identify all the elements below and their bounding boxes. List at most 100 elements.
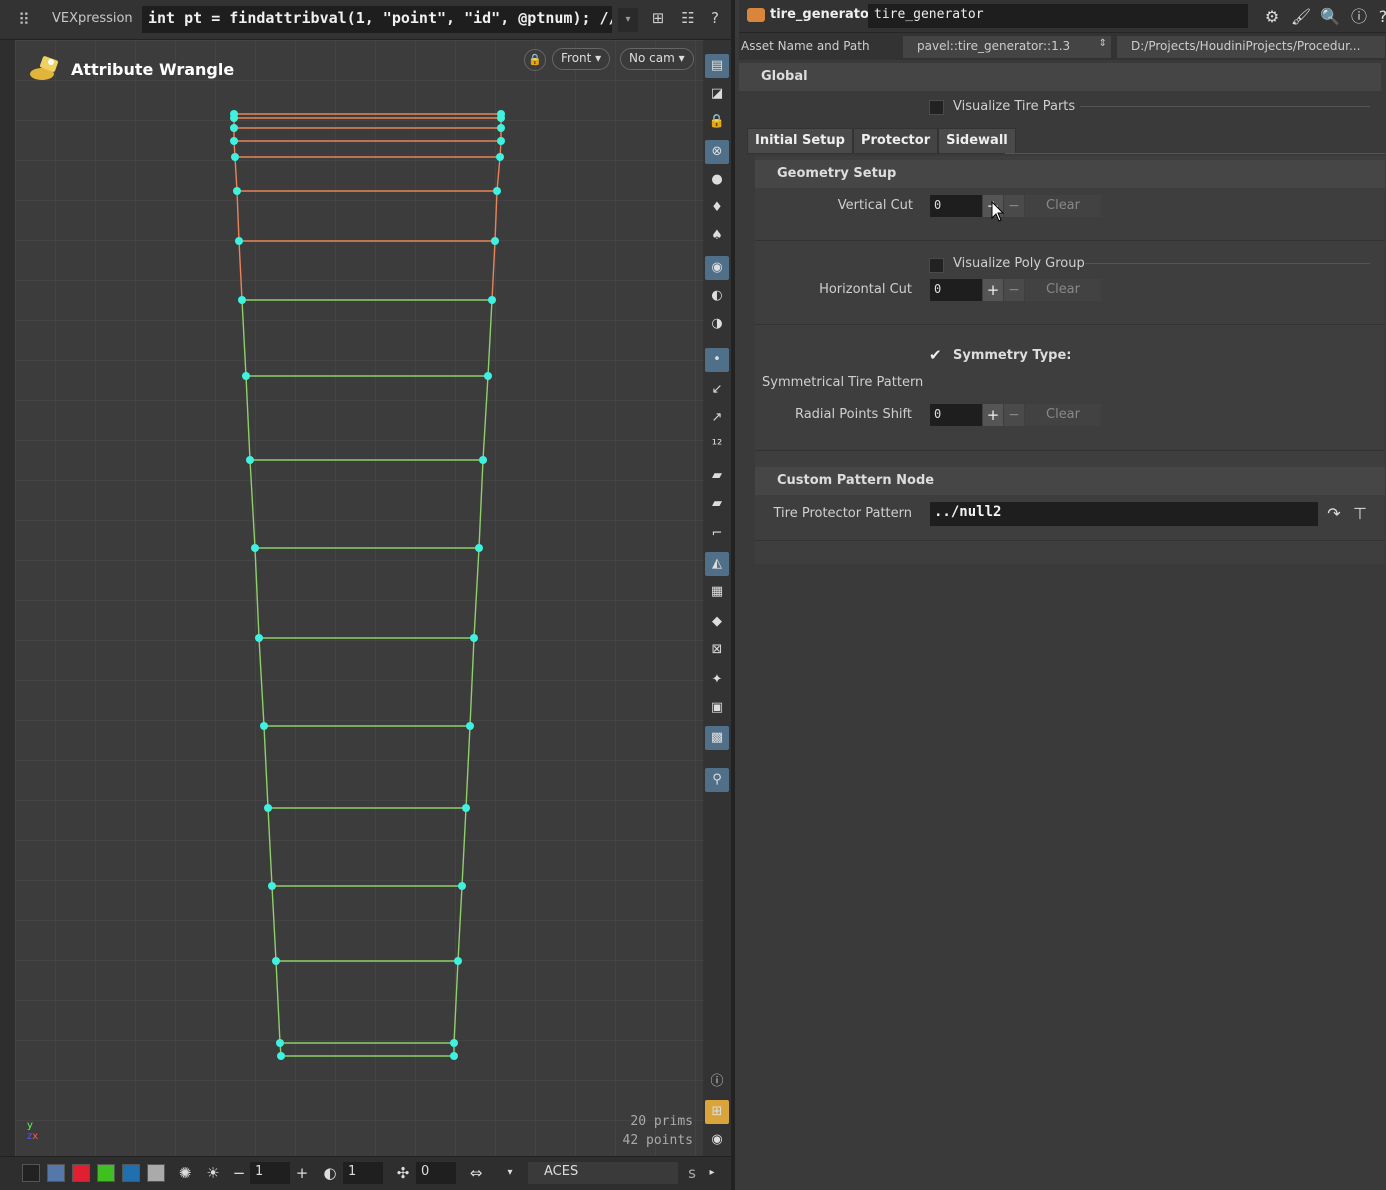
gamma-field[interactable]: 1	[343, 1162, 383, 1184]
pane-menu-icon[interactable]: ⠿	[18, 10, 40, 30]
brightness-icon[interactable]: ☀	[203, 1162, 223, 1184]
horizontal-cut-plus-button[interactable]: +	[983, 279, 1003, 301]
info-icon[interactable]: ⓘ	[705, 1070, 729, 1094]
vex-expression-field[interactable]: int pt = findattribval(1, "point", "id",…	[142, 6, 612, 33]
geometry-point	[488, 296, 496, 304]
wire-icon[interactable]: ⊗	[705, 140, 729, 164]
normal-icon[interactable]: ↙	[705, 378, 729, 402]
geometry-point	[230, 114, 238, 122]
visibility-icon[interactable]: ◉	[705, 1128, 729, 1152]
bg-dark-swatch[interactable]	[22, 1164, 40, 1182]
decrement-button[interactable]: −	[229, 1162, 249, 1184]
side-edge	[241, 299, 247, 377]
radial-shift-clear-button[interactable]: Clear	[1025, 404, 1101, 426]
lock-camera-icon[interactable]: 🔒	[524, 49, 546, 71]
increment-button[interactable]: +	[292, 1162, 312, 1184]
background-icon[interactable]: ▩	[705, 726, 729, 750]
ghost-icon[interactable]: ◪	[705, 82, 729, 106]
gamma-icon[interactable]: ◐	[320, 1162, 340, 1184]
blue-swatch[interactable]	[122, 1164, 140, 1182]
search-icon[interactable]: 🔍	[1319, 6, 1341, 28]
camera-menu-button[interactable]: No cam ▾	[620, 48, 694, 70]
vex-dropdown-button[interactable]: ▾	[618, 8, 638, 32]
visualize-poly-group-checkbox[interactable]	[929, 258, 944, 273]
global-folder[interactable]: Global	[739, 63, 1381, 91]
box-icon[interactable]: ▣	[705, 696, 729, 720]
tab-strip: Initial Setup Protector Sidewall	[747, 128, 1016, 154]
geometry-point	[230, 137, 238, 145]
point-display-icon[interactable]: •	[705, 348, 729, 372]
prim-icon[interactable]: ▰	[705, 464, 729, 488]
view-label: Front	[561, 51, 592, 65]
tire-protector-field[interactable]: ../null2	[930, 502, 1318, 526]
frame-field[interactable]: 0	[416, 1162, 456, 1184]
3d-viewport[interactable]: Attribute Wrangle 🔒 Front ▾ No cam ▾ y z…	[15, 40, 703, 1156]
gear-icon[interactable]: ⚙	[1261, 6, 1283, 28]
node-name-field[interactable]: tire_generator	[868, 4, 1248, 28]
light-icon[interactable]: ♦	[705, 196, 729, 220]
green-swatch[interactable]	[97, 1164, 115, 1182]
node-chooser-icon[interactable]: ⊤	[1349, 503, 1371, 525]
edge-icon[interactable]: ⌐	[705, 522, 729, 546]
tab-initial-setup[interactable]: Initial Setup	[747, 128, 853, 154]
lock-icon[interactable]: 🔒	[705, 110, 729, 134]
pin-icon[interactable]: ⚲	[705, 768, 729, 792]
uv-icon[interactable]: ◆	[705, 610, 729, 634]
side-edge	[457, 885, 463, 962]
radial-shift-field[interactable]: 0	[930, 404, 982, 426]
exposure-icon[interactable]: ✺	[175, 1162, 195, 1184]
snap-icon[interactable]: ✦	[705, 668, 729, 692]
info-icon[interactable]: ⓘ	[1348, 6, 1370, 28]
geometry-point	[272, 957, 280, 965]
display-options-icon[interactable]: ▤	[705, 54, 729, 78]
brush-icon[interactable]: 🖌	[1290, 6, 1312, 28]
snap-frame-icon[interactable]: ✣	[393, 1162, 413, 1184]
custom-pattern-folder[interactable]: Custom Pattern Node	[755, 467, 1385, 495]
view-menu-button[interactable]: Front ▾	[552, 48, 611, 70]
geometry-point	[255, 634, 263, 642]
radial-shift-minus-button[interactable]: −	[1004, 404, 1024, 426]
camera-icon[interactable]: ◑	[705, 312, 729, 336]
horizontal-cut-minus-button[interactable]: −	[1004, 279, 1024, 301]
eye-icon[interactable]: ◐	[705, 284, 729, 308]
layout-icon[interactable]: ⊞	[705, 1100, 729, 1124]
red-swatch[interactable]	[72, 1164, 90, 1182]
geometry-setup-folder[interactable]: Geometry Setup	[755, 160, 1385, 188]
options-icon[interactable]: ☷	[677, 9, 699, 31]
vertical-cut-clear-button[interactable]: Clear	[1025, 195, 1101, 217]
add-tool-icon[interactable]: ⊞	[647, 9, 669, 31]
visualize-tire-parts-checkbox[interactable]	[929, 100, 944, 115]
checkmark-icon[interactable]: ✔	[929, 346, 942, 364]
color-space-select[interactable]: ACES	[528, 1162, 678, 1184]
vertical-cut-minus-button[interactable]: −	[1004, 195, 1024, 217]
texture-icon[interactable]: ▦	[705, 580, 729, 604]
horizontal-cut-clear-button[interactable]: Clear	[1025, 279, 1101, 301]
point-number-icon[interactable]: ¹²	[705, 434, 729, 458]
help-icon[interactable]: ?	[704, 9, 726, 31]
bar-dropdown-icon[interactable]: ▾	[500, 1162, 520, 1184]
grid-icon[interactable]: ⊠	[705, 638, 729, 662]
side-edge	[234, 156, 238, 192]
jump-to-node-icon[interactable]: ↷	[1323, 503, 1345, 525]
geometry-point	[450, 1039, 458, 1047]
tab-protector[interactable]: Protector	[852, 128, 939, 154]
asset-path-field[interactable]: D:/Projects/HoudiniProjects/Procedur...	[1117, 36, 1385, 58]
prim-number-icon[interactable]: ▰	[705, 492, 729, 516]
template-icon[interactable]: ◭	[705, 552, 729, 576]
sphere-icon[interactable]: ●	[705, 168, 729, 192]
light-2-icon[interactable]: ♠	[705, 224, 729, 248]
vector-icon[interactable]: ↗	[705, 406, 729, 430]
bg-gradient-swatch[interactable]	[47, 1164, 65, 1182]
radial-shift-plus-button[interactable]: +	[983, 404, 1003, 426]
exposure-field[interactable]: 1	[250, 1162, 290, 1184]
vertical-cut-field[interactable]: 0	[930, 195, 982, 217]
viewport-left-edge	[0, 40, 15, 1156]
alpha-swatch[interactable]	[147, 1164, 165, 1182]
asset-version-select[interactable]: pavel::tire_generator::1.3 ⇕	[903, 36, 1111, 58]
align-icon[interactable]: ⇔	[466, 1162, 486, 1184]
tab-sidewall[interactable]: Sidewall	[938, 128, 1016, 154]
bar-scroll-icon[interactable]: ▸	[702, 1162, 722, 1184]
shading-icon[interactable]: ◉	[705, 256, 729, 280]
help-icon[interactable]: ?	[1372, 6, 1386, 28]
horizontal-cut-field[interactable]: 0	[930, 279, 982, 301]
